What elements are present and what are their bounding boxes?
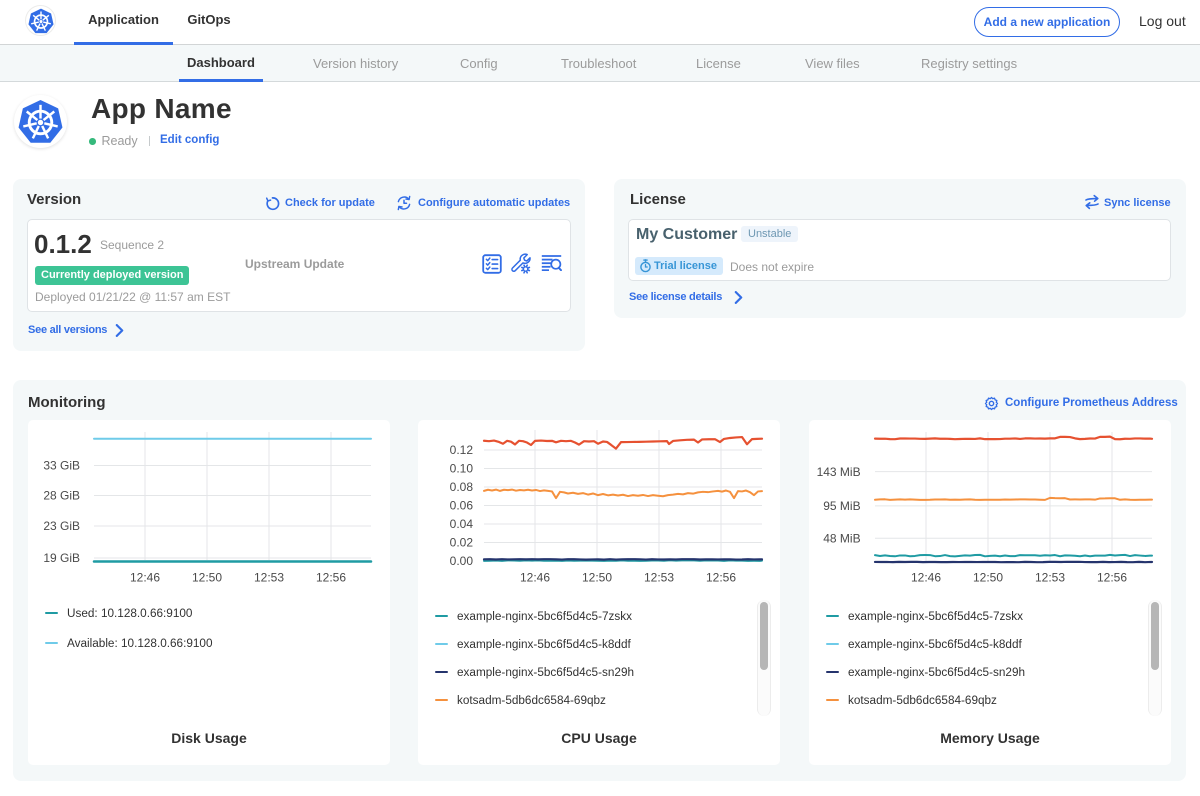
svg-text:28 GiB: 28 GiB — [43, 489, 80, 503]
svg-text:0.04: 0.04 — [450, 517, 474, 531]
svg-text:33 GiB: 33 GiB — [43, 459, 80, 473]
svg-text:12:46: 12:46 — [520, 571, 550, 585]
svg-text:0.08: 0.08 — [450, 480, 474, 494]
svg-text:12:56: 12:56 — [706, 571, 736, 585]
svg-text:23 GiB: 23 GiB — [43, 519, 80, 533]
svg-text:0.06: 0.06 — [450, 499, 474, 513]
svg-text:12:50: 12:50 — [582, 571, 612, 585]
svg-text:0.12: 0.12 — [450, 443, 474, 457]
svg-text:0.10: 0.10 — [450, 462, 474, 476]
svg-text:12:50: 12:50 — [192, 571, 222, 585]
svg-text:12:56: 12:56 — [316, 571, 346, 585]
svg-text:48 MiB: 48 MiB — [823, 532, 860, 546]
svg-text:12:46: 12:46 — [911, 571, 941, 585]
svg-text:143 MiB: 143 MiB — [817, 465, 861, 479]
svg-text:12:46: 12:46 — [130, 571, 160, 585]
svg-text:0.02: 0.02 — [450, 536, 474, 550]
svg-text:12:53: 12:53 — [644, 571, 674, 585]
svg-text:0.00: 0.00 — [450, 554, 474, 568]
svg-text:12:56: 12:56 — [1097, 571, 1127, 585]
svg-text:12:53: 12:53 — [1035, 571, 1065, 585]
svg-text:19 GiB: 19 GiB — [43, 551, 80, 565]
svg-text:12:53: 12:53 — [254, 571, 284, 585]
svg-text:12:50: 12:50 — [973, 571, 1003, 585]
svg-text:95 MiB: 95 MiB — [823, 499, 860, 513]
